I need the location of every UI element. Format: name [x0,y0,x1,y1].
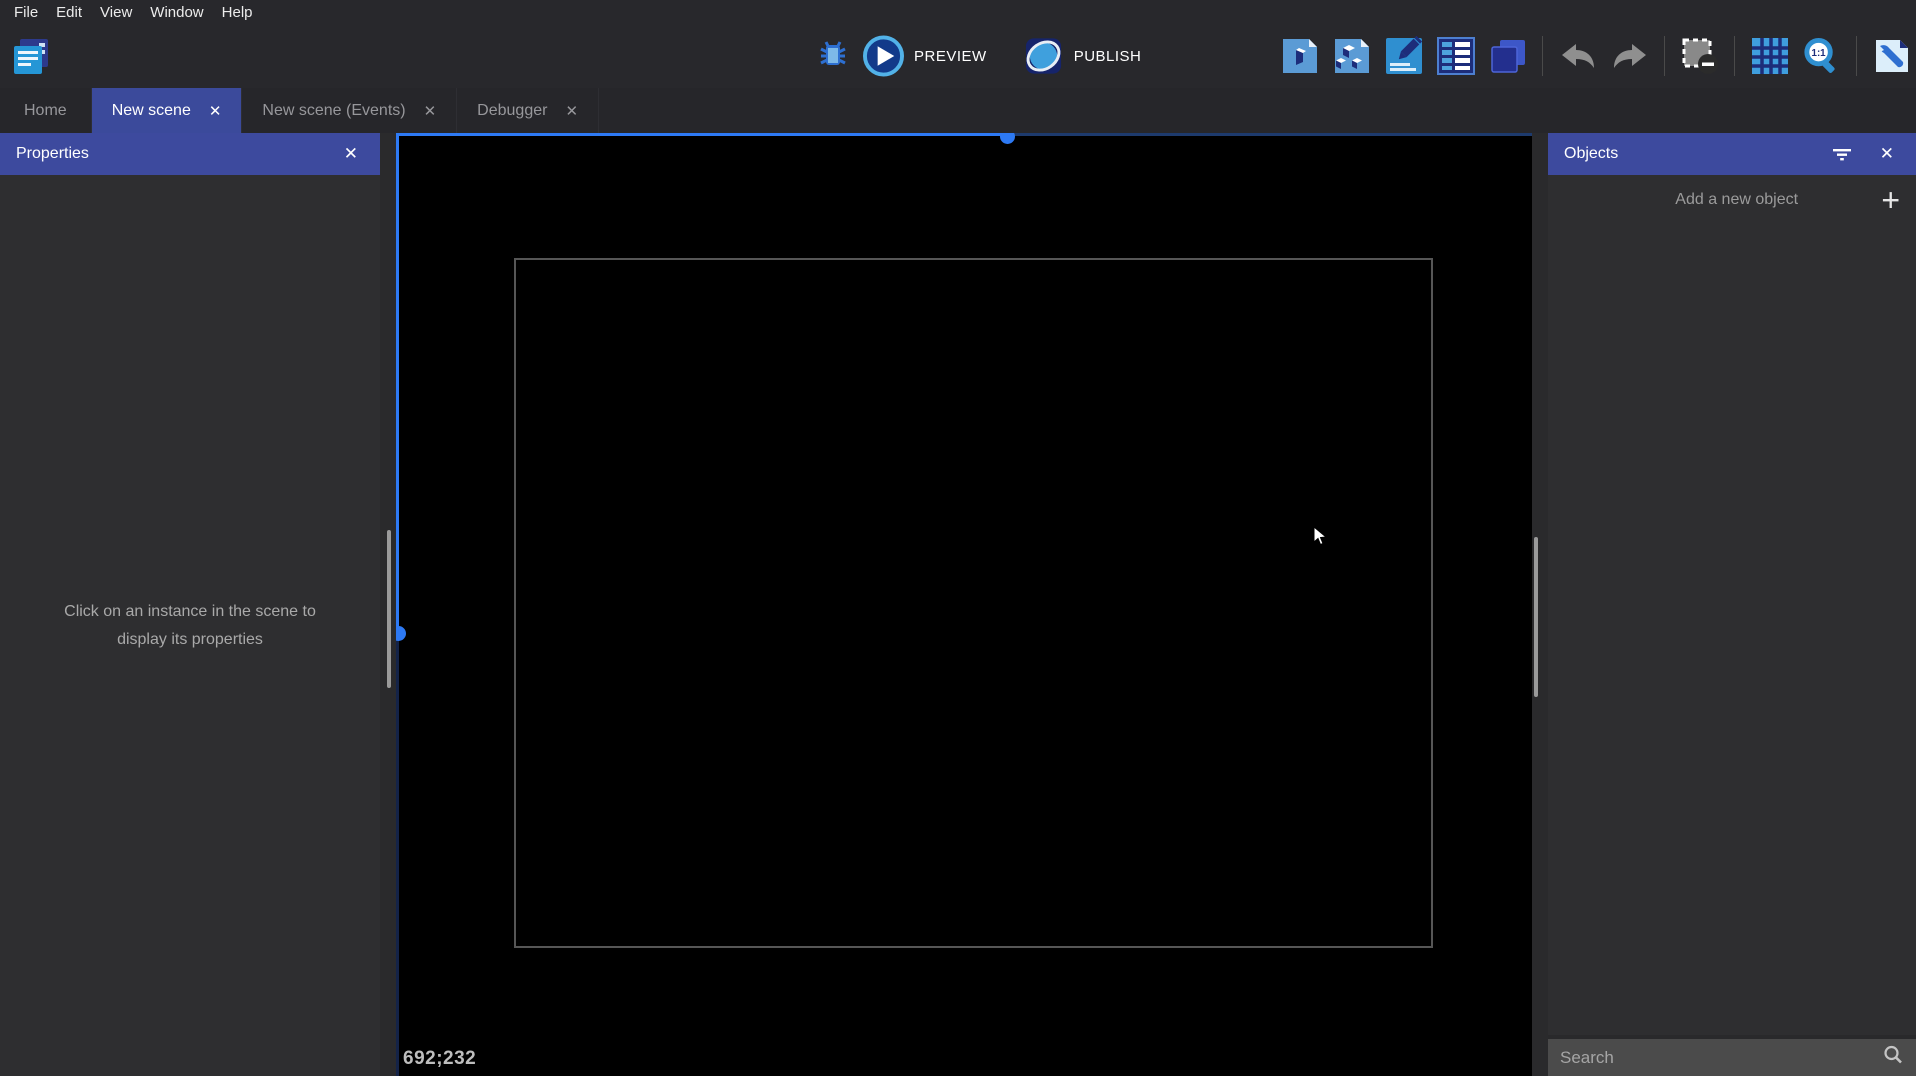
properties-panel-header: Properties ✕ [0,133,380,175]
left-panel-divider[interactable] [380,133,396,1076]
selection-handle-top[interactable] [1000,133,1015,144]
properties-panel: Properties ✕ Click on an instance in the… [0,133,380,1076]
settings-wrench-icon[interactable] [1871,36,1912,77]
filter-icon[interactable] [1832,147,1852,161]
redo-icon[interactable] [1609,36,1650,77]
project-manager-icon[interactable] [8,34,54,80]
preview-button[interactable]: PREVIEW [914,48,987,65]
canvas-vertical-scrollbar[interactable] [1534,537,1538,697]
tab-new-scene[interactable]: New scene ✕ [91,88,243,133]
objects-panel-header: Objects ✕ [1548,133,1916,175]
close-icon[interactable]: ✕ [338,142,364,166]
search-icon[interactable] [1882,1044,1904,1071]
editor-tabbar: Home New scene ✕ New scene (Events) ✕ De… [0,88,1916,133]
toolbar-separator [1664,36,1665,76]
grid-icon[interactable] [1749,36,1790,77]
tab-debugger[interactable]: Debugger ✕ [457,88,600,133]
menu-bar: File Edit View Window Help [0,0,1916,24]
main-toolbar: PREVIEW PUBLISH 1:1 [0,24,1916,88]
tab-label: Home [24,101,67,119]
deselect-icon[interactable] [1679,36,1720,77]
selection-border-left [396,133,399,633]
layers-icon[interactable] [1435,36,1476,77]
properties-empty-message: Click on an instance in the scene to dis… [64,603,316,648]
toolbar-center: PREVIEW PUBLISH [812,24,1167,88]
objects-panel: Objects ✕ Add a new object + [1548,133,1916,1076]
selection-border-top-dim [1008,133,1532,136]
selection-border-top [396,133,1008,136]
add-object-row[interactable]: Add a new object + [1548,175,1916,225]
instances-icon[interactable] [1487,36,1528,77]
objects-group-icon[interactable] [1331,36,1372,77]
toolbar-separator [1856,36,1857,76]
main-area: Properties ✕ Click on an instance in the… [0,133,1916,1076]
undo-icon[interactable] [1557,36,1598,77]
tab-label: Debugger [477,101,548,119]
properties-panel-title: Properties [16,145,89,162]
game-window-frame [514,258,1433,948]
properties-panel-body: Click on an instance in the scene to dis… [0,175,380,1076]
selection-handle-left[interactable] [396,626,406,641]
toolbar-separator [1542,36,1543,76]
objects-panel-title: Objects [1564,145,1619,162]
tab-home[interactable]: Home [0,88,92,133]
selection-border-left-dim [396,633,399,1076]
close-icon[interactable]: ✕ [1874,142,1900,166]
menu-edit[interactable]: Edit [52,2,96,23]
objects-search-bar [1548,1035,1916,1076]
menu-file[interactable]: File [10,2,52,23]
close-icon[interactable]: ✕ [565,102,578,120]
edit-scene-icon[interactable] [1383,36,1424,77]
zoom-1-1-icon[interactable]: 1:1 [1801,36,1842,77]
tab-label: New scene [111,101,191,119]
canvas-vertical-scrollbar[interactable] [387,530,391,688]
object-icon[interactable] [1279,36,1320,77]
svg-text:1:1: 1:1 [1812,48,1827,59]
publish-button[interactable]: PUBLISH [1074,48,1142,65]
plus-icon[interactable]: + [1881,184,1900,216]
search-input[interactable] [1560,1047,1882,1068]
preview-play-icon[interactable] [863,35,904,77]
add-object-label: Add a new object [1675,191,1799,208]
right-panel-divider[interactable] [1532,133,1548,1076]
toolbar-separator [1734,36,1735,76]
close-icon[interactable]: ✕ [209,102,222,120]
menu-view[interactable]: View [96,2,146,23]
mouse-cursor [1313,526,1327,546]
tab-label: New scene (Events) [262,101,406,119]
toolbar-right: 1:1 [1279,24,1912,88]
cursor-coordinates: 692;232 [403,1048,477,1069]
debug-icon[interactable] [812,36,853,77]
menu-help[interactable]: Help [218,2,267,23]
close-icon[interactable]: ✕ [424,102,437,120]
publish-globe-icon[interactable] [1023,36,1064,77]
tab-new-scene-events[interactable]: New scene (Events) ✕ [242,88,458,133]
menu-window[interactable]: Window [146,2,217,23]
objects-list[interactable] [1548,225,1916,1035]
scene-canvas[interactable]: 692;232 [396,133,1532,1076]
